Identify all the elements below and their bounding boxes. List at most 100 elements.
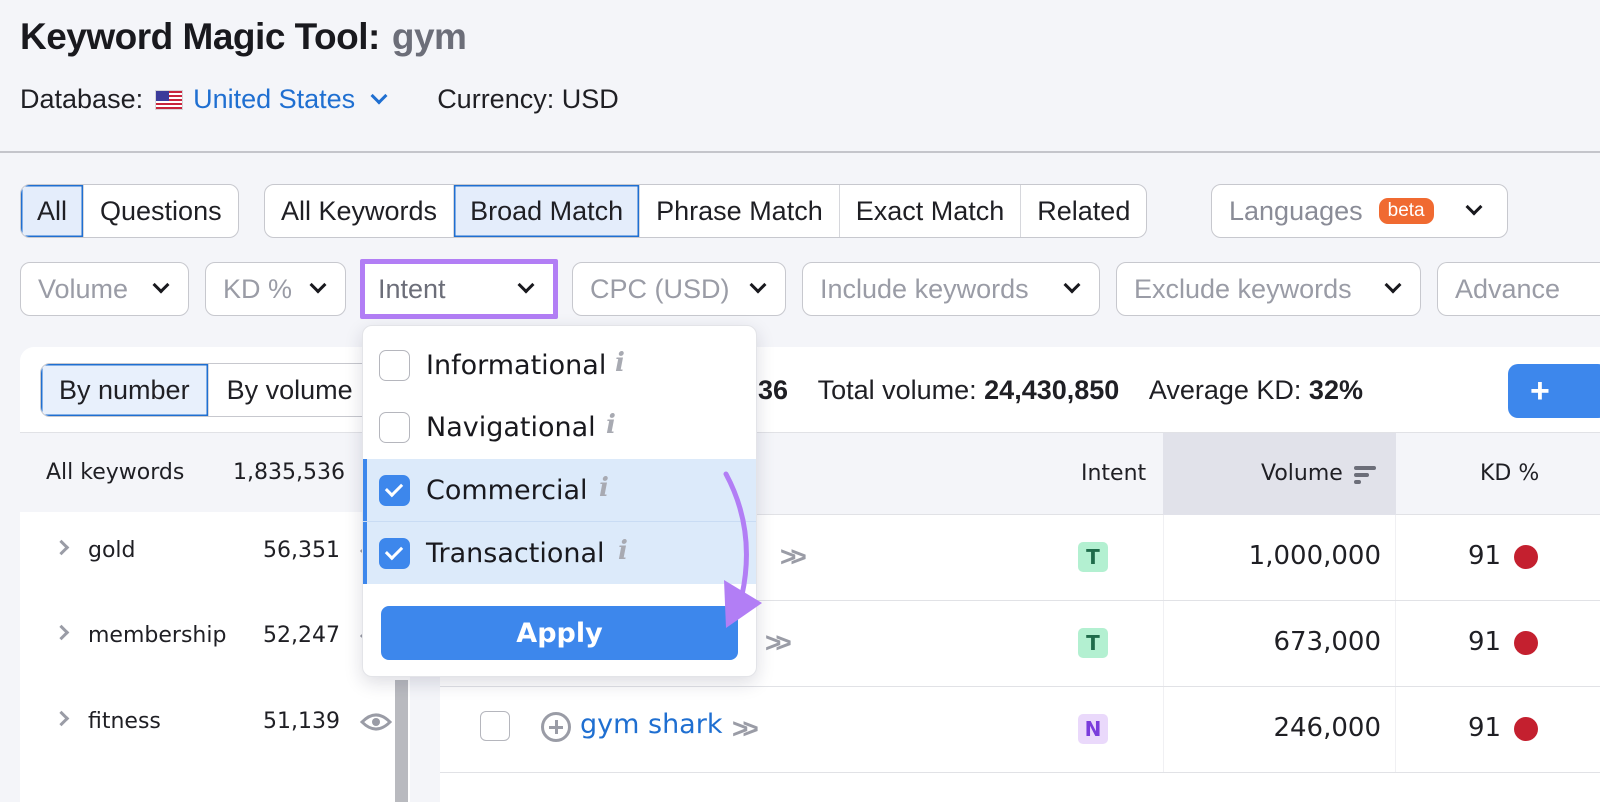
beta-badge: beta <box>1378 198 1434 224</box>
checkbox[interactable] <box>379 349 410 381</box>
chevron-down-icon <box>1063 276 1081 294</box>
info-icon[interactable]: i <box>618 536 628 566</box>
keyword-link[interactable]: gym shark <box>580 709 722 740</box>
column-intent[interactable]: Intent <box>1081 461 1146 486</box>
group-item[interactable]: membership 52,247 <box>20 597 400 683</box>
chevron-down-icon <box>1465 198 1483 216</box>
summary-text: 36 Total volume: 24,430,850 Average KD: … <box>758 375 1363 406</box>
languages-label: Languages <box>1229 195 1363 226</box>
chevron-right-icon[interactable] <box>53 624 70 641</box>
filter-label: Include keywords <box>820 273 1029 304</box>
tab-all-keywords[interactable]: All Keywords <box>265 185 453 237</box>
advanced-filters[interactable]: Advance <box>1437 262 1600 316</box>
kd-value: 91 <box>1468 541 1502 571</box>
kd-difficulty-dot <box>1514 631 1538 655</box>
intent-badge: N <box>1078 714 1108 744</box>
tab-by-volume[interactable]: By volume <box>207 364 371 416</box>
filter-label: CPC (USD) <box>590 273 730 304</box>
us-flag-icon <box>155 89 184 110</box>
chevron-right-icon[interactable] <box>53 539 70 556</box>
currency-label: Currency: USD <box>437 84 619 114</box>
double-chevron-icon[interactable]: >> <box>780 541 807 573</box>
add-circle-icon[interactable] <box>541 712 571 742</box>
option-label: Commercial <box>426 474 588 506</box>
group-sort-tabs: By number By volume <box>40 363 372 417</box>
kd-filter[interactable]: KD % <box>205 262 346 316</box>
page-title: Keyword Magic Tool: gym <box>20 16 467 58</box>
group-name: gold <box>88 538 136 563</box>
info-icon[interactable]: i <box>606 410 616 440</box>
languages-dropdown[interactable]: Languages beta <box>1211 184 1508 238</box>
row-checkbox[interactable] <box>480 711 510 741</box>
search-query: gym <box>391 16 467 57</box>
volume-value: 1,000,000 <box>1248 541 1381 571</box>
database-selector[interactable]: United States <box>193 84 355 115</box>
info-icon[interactable]: i <box>615 348 625 378</box>
intent-badge: T <box>1078 542 1108 572</box>
group-count: 52,247 <box>263 623 340 648</box>
chevron-down-icon[interactable] <box>370 87 388 104</box>
group-name: fitness <box>88 709 161 734</box>
intent-option-commercial[interactable]: Commercial i <box>363 459 756 521</box>
tab-phrase-match[interactable]: Phrase Match <box>639 185 839 237</box>
option-label: Informational <box>426 349 607 381</box>
checkbox-checked[interactable] <box>379 537 410 569</box>
intent-option-transactional[interactable]: Transactional i <box>363 522 756 584</box>
tab-by-number[interactable]: By number <box>41 364 208 416</box>
group-item[interactable]: gold 56,351 <box>20 512 400 598</box>
groups-scrollbar[interactable] <box>395 680 408 802</box>
group-name: membership <box>88 623 227 648</box>
all-keywords-row[interactable]: All keywords 1,835,536 <box>20 432 410 512</box>
tab-exact-match[interactable]: Exact Match <box>838 185 1021 237</box>
option-label: Transactional <box>426 537 605 569</box>
add-to-list-button[interactable]: + <box>1508 364 1600 418</box>
sort-descending-icon[interactable] <box>1354 466 1376 487</box>
all-keywords-count: 1,835,536 <box>233 460 345 485</box>
checkbox-checked[interactable] <box>379 474 410 506</box>
total-count: 36 <box>758 375 789 405</box>
table-row: gym shark >> N 246,000 91 <box>440 687 1600 773</box>
filter-label: Intent <box>378 273 446 304</box>
tab-related[interactable]: Related <box>1020 185 1146 237</box>
database-row: Database: United States Currency: USD <box>20 84 619 115</box>
kd-difficulty-dot <box>1514 717 1538 741</box>
double-chevron-icon[interactable]: >> <box>765 627 792 659</box>
chevron-right-icon[interactable] <box>53 710 70 727</box>
checkbox[interactable] <box>379 411 410 443</box>
chevron-down-icon <box>1384 276 1402 294</box>
column-volume[interactable]: Volume <box>1261 461 1343 486</box>
cpc-filter[interactable]: CPC (USD) <box>572 262 786 316</box>
kd-difficulty-dot <box>1514 545 1538 569</box>
chevron-down-icon <box>517 276 535 294</box>
chevron-down-icon <box>309 276 327 294</box>
intent-option-navigational[interactable]: Navigational i <box>363 396 756 458</box>
filter-label: KD % <box>223 273 293 304</box>
total-volume-value: 24,430,850 <box>984 375 1120 405</box>
all-keywords-label: All keywords <box>46 460 185 485</box>
volume-filter[interactable]: Volume <box>20 262 189 316</box>
kd-value: 91 <box>1468 627 1502 657</box>
double-chevron-icon[interactable]: >> <box>732 713 759 745</box>
option-label: Navigational <box>426 411 596 443</box>
tab-all[interactable]: All <box>21 185 84 237</box>
tab-broad-match[interactable]: Broad Match <box>453 185 640 237</box>
group-count: 51,139 <box>263 709 340 734</box>
eye-icon[interactable] <box>360 711 392 733</box>
header-divider <box>0 151 1600 153</box>
apply-button[interactable]: Apply <box>381 606 738 660</box>
exclude-keywords-filter[interactable]: Exclude keywords <box>1116 262 1421 316</box>
column-kd[interactable]: KD % <box>1480 461 1539 486</box>
chevron-down-icon <box>749 276 767 294</box>
tab-questions[interactable]: Questions <box>83 185 238 237</box>
match-tabs: All Keywords Broad Match Phrase Match Ex… <box>264 184 1148 238</box>
intent-filter[interactable]: Intent <box>360 259 558 319</box>
intent-badge: T <box>1078 628 1108 658</box>
average-kd-label: Average KD: <box>1148 375 1302 405</box>
title-text: Keyword Magic Tool: <box>20 16 380 57</box>
include-keywords-filter[interactable]: Include keywords <box>802 262 1100 316</box>
info-icon[interactable]: i <box>599 473 609 503</box>
volume-value: 246,000 <box>1273 713 1381 743</box>
intent-option-informational[interactable]: Informational i <box>363 334 756 396</box>
group-item[interactable]: fitness 51,139 <box>20 683 400 769</box>
volume-value: 673,000 <box>1273 627 1381 657</box>
